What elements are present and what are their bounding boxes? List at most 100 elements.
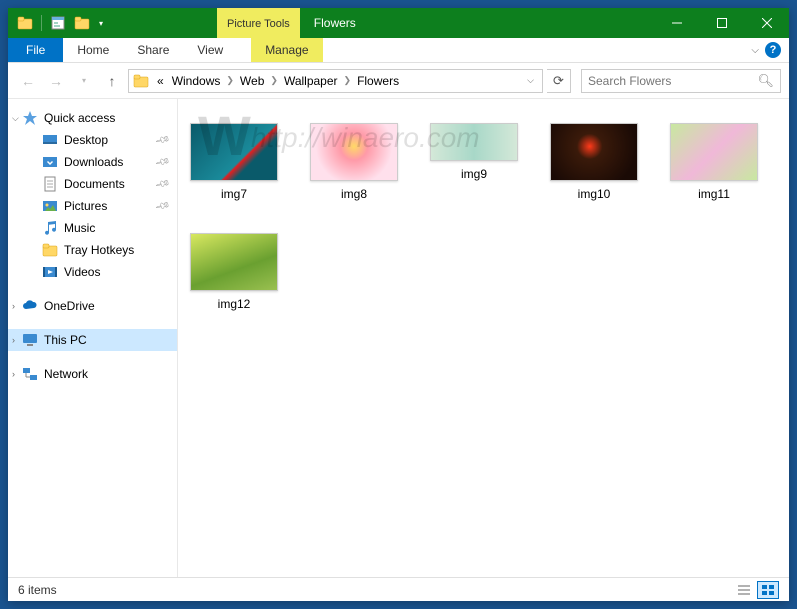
sidebar-quick-access[interactable]: ⌵ Quick access (8, 107, 177, 129)
file-name-label: img9 (461, 167, 487, 181)
monitor-icon (22, 332, 38, 348)
file-img10[interactable]: img10 (546, 119, 642, 205)
qat-newfolder-icon[interactable] (71, 12, 93, 34)
breadcrumb-web[interactable]: Web (236, 74, 268, 88)
separator (41, 15, 42, 31)
sidebar-network[interactable]: › Network (8, 363, 177, 385)
thumbnail-image (310, 123, 398, 181)
forward-button[interactable]: → (44, 69, 68, 93)
folder-icon (42, 242, 58, 258)
file-img7[interactable]: img7 (186, 119, 282, 205)
sidebar-item-desktop[interactable]: Desktop📌︎ (8, 129, 177, 151)
search-input[interactable] (588, 74, 757, 88)
thumbnails-view-button[interactable] (757, 581, 779, 599)
address-bar[interactable]: « Windows ❯ Web ❯ Wallpaper ❯ Flowers ⌵ (128, 69, 543, 93)
file-img9[interactable]: img9 (426, 119, 522, 205)
pictures-icon (42, 198, 58, 214)
app-icon[interactable] (14, 12, 36, 34)
ribbon-tabs: File Home Share View Manage ⌵ ? (8, 38, 789, 63)
breadcrumb-overflow[interactable]: « (153, 74, 168, 88)
thumbnail-image (190, 233, 278, 291)
pin-icon: 📌︎ (154, 198, 171, 214)
sidebar-item-label: Pictures (64, 199, 156, 213)
chevron-right-icon[interactable]: › (12, 301, 15, 311)
close-button[interactable] (744, 8, 789, 38)
tab-manage[interactable]: Manage (251, 38, 322, 62)
videos-icon (42, 264, 58, 280)
file-img11[interactable]: img11 (666, 119, 762, 205)
sidebar-item-label: Network (44, 367, 177, 381)
file-name-label: img10 (578, 187, 611, 201)
navigation-bar: ← → ▾ ↑ « Windows ❯ Web ❯ Wallpaper ❯ Fl… (8, 63, 789, 99)
body: Whttp://winaero.com ⌵ Quick access Deskt… (8, 99, 789, 577)
desktop-icon (42, 132, 58, 148)
address-dropdown-icon[interactable]: ⌵ (523, 75, 538, 86)
chevron-right-icon[interactable]: ❯ (268, 75, 280, 86)
qat-customize-dropdown-icon[interactable]: ▾ (95, 12, 107, 34)
cloud-icon (22, 298, 38, 314)
pin-icon: 📌︎ (154, 132, 171, 148)
refresh-button[interactable]: ⟳ (547, 69, 571, 93)
thumbnail-image (190, 123, 278, 181)
chevron-right-icon[interactable]: › (12, 369, 15, 379)
chevron-right-icon[interactable]: ❯ (342, 75, 354, 86)
up-button[interactable]: ↑ (100, 69, 124, 93)
sidebar-item-label: Tray Hotkeys (64, 243, 177, 257)
file-name-label: img11 (698, 187, 730, 201)
sidebar-this-pc[interactable]: › This PC (8, 329, 177, 351)
qat-properties-icon[interactable] (47, 12, 69, 34)
explorer-window: ▾ Picture Tools Flowers File Home Share … (8, 8, 789, 601)
file-name-label: img12 (218, 297, 251, 311)
file-img8[interactable]: img8 (306, 119, 402, 205)
music-icon (42, 220, 58, 236)
sidebar-item-pictures[interactable]: Pictures📌︎ (8, 195, 177, 217)
minimize-button[interactable] (654, 8, 699, 38)
navigation-pane: ⌵ Quick access Desktop📌︎Downloads📌︎Docum… (8, 99, 178, 577)
recent-dropdown-icon[interactable]: ▾ (72, 69, 96, 93)
file-name-label: img7 (221, 187, 247, 201)
breadcrumb-wallpaper[interactable]: Wallpaper (280, 74, 342, 88)
star-icon (22, 110, 38, 126)
documents-icon (42, 176, 58, 192)
item-count: 6 items (18, 583, 57, 597)
back-button[interactable]: ← (16, 69, 40, 93)
sidebar-item-label: Desktop (64, 133, 156, 147)
breadcrumb-windows[interactable]: Windows (168, 74, 225, 88)
chevron-down-icon[interactable]: ⌵ (12, 113, 19, 124)
file-img12[interactable]: img12 (186, 229, 282, 315)
window-title: Flowers (300, 8, 654, 38)
breadcrumb-flowers[interactable]: Flowers (353, 74, 403, 88)
help-icon[interactable]: ? (765, 42, 781, 58)
sidebar-item-label: This PC (44, 333, 177, 347)
expand-ribbon-icon[interactable]: ⌵ (751, 45, 759, 56)
chevron-right-icon[interactable]: › (12, 335, 15, 345)
thumbnail-image (430, 123, 518, 161)
search-box[interactable]: 🔍︎ (581, 69, 781, 93)
thumbnail-image (670, 123, 758, 181)
thumbnail-grid: img7 img8 img9 img10 img11 img12 (186, 119, 781, 315)
search-icon[interactable]: 🔍︎ (757, 73, 774, 89)
tab-home[interactable]: Home (63, 38, 123, 62)
sidebar-item-music[interactable]: Music (8, 217, 177, 239)
sidebar-item-label: Downloads (64, 155, 156, 169)
file-list-pane[interactable]: img7 img8 img9 img10 img11 img12 (178, 99, 789, 577)
pin-icon: 📌︎ (154, 176, 171, 192)
sidebar-item-label: Documents (64, 177, 156, 191)
sidebar-onedrive[interactable]: › OneDrive (8, 295, 177, 317)
chevron-right-icon[interactable]: ❯ (224, 75, 236, 86)
sidebar-item-label: OneDrive (44, 299, 177, 313)
details-view-button[interactable] (733, 581, 755, 599)
sidebar-item-documents[interactable]: Documents📌︎ (8, 173, 177, 195)
pin-icon: 📌︎ (154, 154, 171, 170)
folder-icon (133, 73, 149, 89)
sidebar-item-downloads[interactable]: Downloads📌︎ (8, 151, 177, 173)
file-tab[interactable]: File (8, 38, 63, 62)
sidebar-item-tray-hotkeys[interactable]: Tray Hotkeys (8, 239, 177, 261)
sidebar-item-label: Videos (64, 265, 177, 279)
tab-share[interactable]: Share (123, 38, 183, 62)
window-controls (654, 8, 789, 38)
tab-view[interactable]: View (183, 38, 237, 62)
file-name-label: img8 (341, 187, 367, 201)
maximize-button[interactable] (699, 8, 744, 38)
sidebar-item-videos[interactable]: Videos (8, 261, 177, 283)
